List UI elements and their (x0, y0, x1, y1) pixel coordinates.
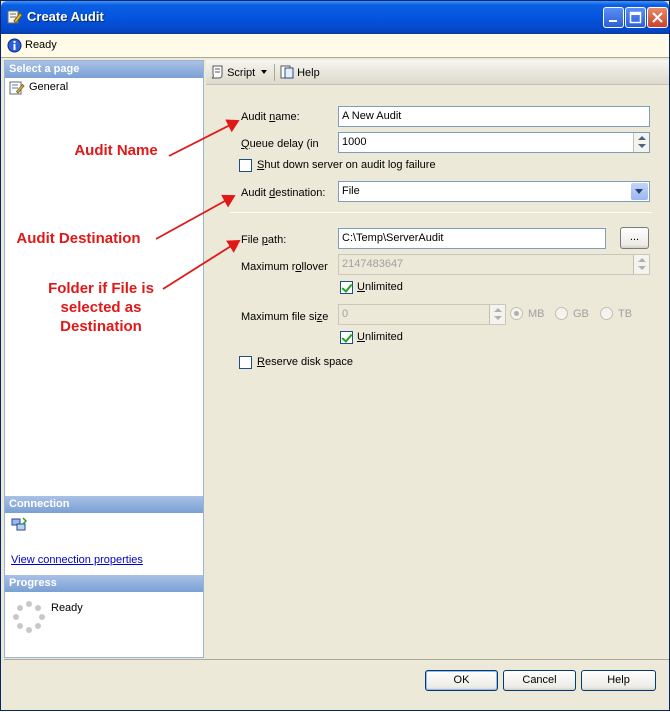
toolbar: Script Help (206, 60, 669, 85)
spin-up-icon[interactable] (638, 258, 646, 262)
select-page-header: Select a page (5, 61, 203, 78)
max-file-size-label: Maximum file size (241, 311, 329, 323)
unit-radio-gb[interactable] (555, 307, 568, 320)
spin-up-icon[interactable] (638, 136, 646, 140)
audit-name-label: Audit name: (241, 111, 300, 123)
annotation-folder-line-3: Destination (60, 318, 142, 335)
progress-spinner-icon (13, 601, 45, 633)
ok-button[interactable]: OK (425, 670, 498, 691)
page-item-general[interactable]: General (9, 81, 68, 95)
audit-destination-value: File (342, 185, 360, 197)
filesize-unlimited-label: Unlimited (357, 331, 403, 343)
bottom-divider (4, 659, 669, 660)
page-properties-icon (9, 81, 25, 95)
help-icon (280, 65, 294, 79)
view-connection-properties-link[interactable]: View connection properties (11, 554, 143, 566)
cancel-button[interactable]: Cancel (503, 670, 576, 691)
file-path-label: File path: (241, 234, 287, 246)
script-button[interactable]: Script (210, 65, 255, 79)
max-rollover-spinner[interactable] (633, 255, 649, 274)
unit-radio-tb[interactable] (600, 307, 613, 320)
toolbar-help-button[interactable]: Help (280, 65, 320, 79)
file-path-input[interactable]: C:\Temp\ServerAudit (338, 228, 606, 249)
spin-down-icon[interactable] (494, 316, 502, 320)
max-file-size-input[interactable]: 0 (338, 304, 506, 325)
spin-up-icon[interactable] (494, 308, 502, 312)
queue-delay-value: 1000 (342, 136, 367, 148)
server-connection-icon (11, 517, 27, 531)
window-title: Create Audit (27, 9, 104, 24)
audit-destination-label: Audit destination: (241, 187, 326, 199)
rollover-unlimited-checkbox[interactable] (340, 281, 353, 294)
annotation-folder-line-2: selected as (60, 299, 142, 316)
help-button[interactable]: Help (581, 670, 656, 691)
page-item-label: General (29, 81, 69, 93)
audit-wizard-icon (7, 10, 23, 24)
title-bar[interactable]: Create Audit (1, 1, 669, 34)
status-text: Ready (25, 39, 57, 51)
max-rollover-value: 2147483647 (342, 258, 404, 270)
reserve-disk-label: Reserve disk space (257, 356, 353, 368)
status-bar: Ready (1, 34, 669, 58)
queue-delay-spinner[interactable] (633, 133, 649, 152)
reserve-disk-checkbox[interactable] (239, 356, 252, 369)
queue-delay-label: Queue delay (in (241, 138, 319, 150)
queue-delay-input[interactable]: 1000 (338, 132, 650, 153)
max-file-size-spinner[interactable] (489, 305, 505, 324)
progress-status-text: Ready (51, 602, 83, 614)
annotation-audit-destination: Audit Destination (16, 230, 141, 247)
create-audit-window: Create Audit Ready Select a page General… (0, 0, 670, 711)
right-panel: Script Help Audit name: A New Audit Queu… (206, 60, 669, 658)
minimize-button[interactable] (603, 7, 624, 28)
max-file-size-value: 0 (342, 308, 349, 320)
maximize-icon (629, 11, 642, 24)
script-dropdown-arrow-icon[interactable] (261, 70, 267, 74)
chevron-down-icon[interactable] (631, 183, 648, 200)
spin-down-icon[interactable] (638, 144, 646, 148)
shutdown-checkbox[interactable] (239, 159, 252, 172)
unit-label-mb: MB (528, 308, 545, 320)
connection-header: Connection (5, 496, 203, 513)
progress-header: Progress (5, 575, 203, 592)
toolbar-separator (274, 64, 275, 81)
annotation-folder-line-1: Folder if File is (48, 280, 154, 297)
spin-down-icon[interactable] (638, 266, 646, 270)
unit-label-gb: GB (573, 308, 589, 320)
max-rollover-label: Maximum rollover (241, 261, 328, 273)
rollover-unlimited-label: Unlimited (357, 281, 403, 293)
section-divider (230, 212, 652, 213)
info-icon (7, 38, 22, 53)
script-icon (211, 65, 223, 79)
browse-button[interactable]: ... (620, 227, 649, 249)
max-rollover-input[interactable]: 2147483647 (338, 254, 650, 275)
help-label: Help (297, 67, 320, 79)
annotation-audit-name: Audit Name (74, 142, 158, 159)
audit-destination-select[interactable]: File (338, 181, 650, 202)
script-label: Script (227, 67, 256, 79)
maximize-button[interactable] (625, 7, 646, 28)
unit-label-tb: TB (618, 308, 633, 320)
annotation-folder: Folder if File is selected as Destinatio… (21, 279, 181, 336)
close-icon (652, 12, 663, 23)
shutdown-label: Shut down server on audit log failure (257, 159, 436, 171)
minimize-icon (609, 20, 617, 22)
audit-name-input[interactable]: A New Audit (338, 106, 650, 127)
unit-radio-mb[interactable] (510, 307, 523, 320)
close-button[interactable] (647, 7, 668, 28)
filesize-unlimited-checkbox[interactable] (340, 331, 353, 344)
